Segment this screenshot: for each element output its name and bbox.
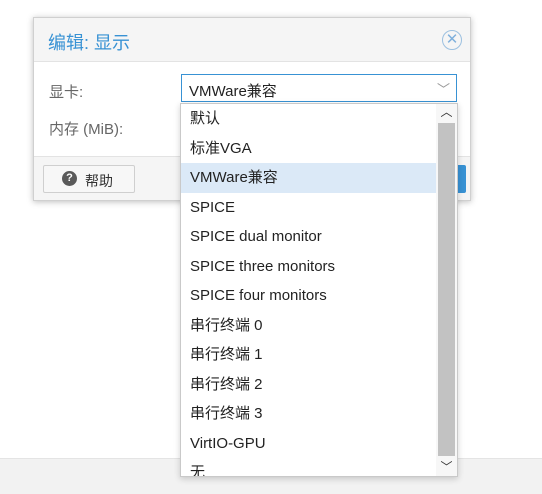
option-serial-terminal-0[interactable]: 串行终端 0 [181, 311, 436, 341]
option-spice-dual-monitor[interactable]: SPICE dual monitor [181, 222, 436, 252]
display-type-value: VMWare兼容 [189, 83, 277, 100]
scroll-down-icon[interactable]: ﹀ [436, 459, 457, 476]
option-spice-four-monitors[interactable]: SPICE four monitors [181, 281, 436, 311]
option-serial-terminal-3[interactable]: 串行终端 3 [181, 399, 436, 429]
close-icon[interactable]: ✕ [442, 30, 462, 50]
option-virtio-gpu[interactable]: VirtIO-GPU [181, 429, 436, 459]
memory-label: 内存 (MiB): [49, 121, 124, 138]
display-type-combobox[interactable]: VMWare兼容 ﹀ [181, 74, 457, 102]
option-serial-terminal-2[interactable]: 串行终端 2 [181, 370, 436, 400]
question-circle-icon: ? [62, 171, 77, 186]
chevron-down-icon[interactable]: ﹀ [437, 79, 450, 98]
option-spice[interactable]: SPICE [181, 193, 436, 223]
option-default[interactable]: 默认 [181, 104, 436, 134]
dialog-header: 编辑: 显示 ✕ [34, 18, 470, 62]
scroll-up-icon[interactable]: ︿ [436, 104, 457, 121]
option-vmware-compatible[interactable]: VMWare兼容 [181, 163, 436, 193]
dialog-title: 编辑: 显示 [48, 33, 131, 53]
option-none[interactable]: 无 [181, 458, 436, 476]
help-button-label: 帮助 [85, 173, 113, 189]
scrollbar-thumb[interactable] [438, 123, 455, 456]
help-button[interactable]: ? 帮助 [43, 165, 135, 193]
ok-button[interactable] [458, 165, 466, 193]
dropdown-scrollbar[interactable]: ︿ ﹀ [436, 104, 457, 476]
display-card-label: 显卡: [49, 84, 84, 101]
dropdown-option-list: 默认 标准VGA VMWare兼容 SPICE SPICE dual monit… [181, 104, 436, 476]
option-spice-three-monitors[interactable]: SPICE three monitors [181, 252, 436, 282]
display-type-dropdown: 默认 标准VGA VMWare兼容 SPICE SPICE dual monit… [180, 103, 458, 477]
option-serial-terminal-1[interactable]: 串行终端 1 [181, 340, 436, 370]
option-std-vga[interactable]: 标准VGA [181, 134, 436, 164]
